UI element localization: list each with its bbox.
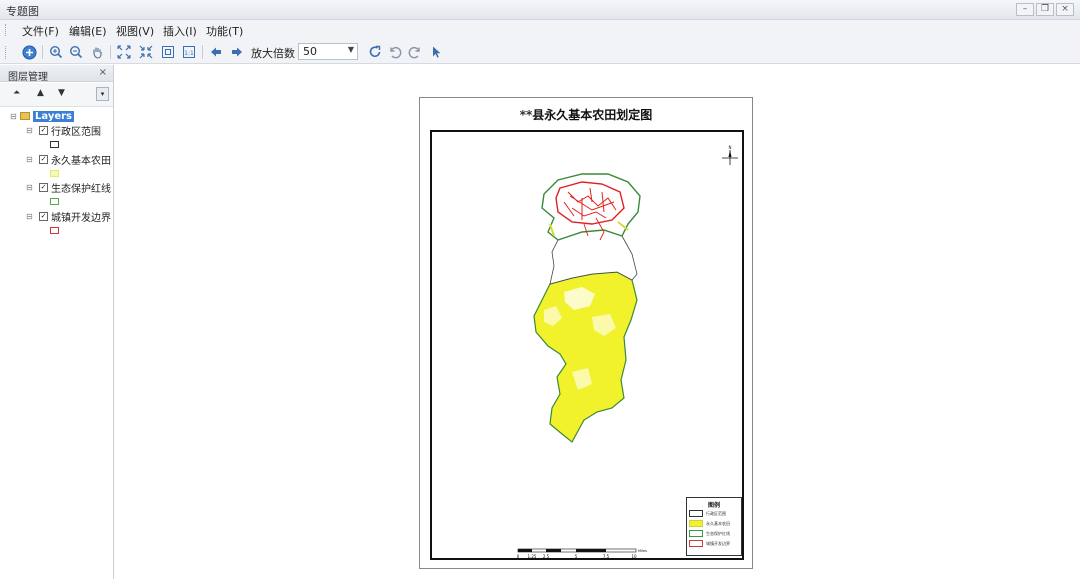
move-down-icon[interactable]: ▼ bbox=[58, 88, 65, 98]
fixed-zoom-icon[interactable] bbox=[137, 43, 155, 61]
panel-header: 图层管理 × bbox=[0, 65, 113, 83]
layer-name: 永久基本农田 bbox=[51, 156, 111, 167]
layers-root-label: Layers bbox=[33, 110, 74, 122]
layer-checkbox[interactable]: ✓ bbox=[39, 126, 48, 135]
toolbar: 1:1 放大倍数 50 ▼ bbox=[0, 40, 1080, 64]
folder-icon bbox=[20, 112, 30, 120]
legend-title: 图例 bbox=[707, 502, 720, 509]
legend-item: 城镇开发边界 bbox=[689, 540, 730, 547]
zoom-factor-select[interactable]: 50 ▼ bbox=[298, 43, 358, 60]
scale-tick-label: 10 bbox=[631, 554, 637, 559]
scale-tick-label: 1.25 bbox=[528, 554, 537, 559]
close-button[interactable]: × bbox=[1056, 3, 1074, 16]
map-title: **县永久基本农田划定图 bbox=[519, 108, 653, 122]
layer-manager-panel: 图层管理 × ⏶ ▲ ▼ ▾ ⊟ Layers ⊟ ✓ 行政区范围 ⊟ ✓ 永久… bbox=[0, 65, 114, 579]
pan-hand-icon[interactable] bbox=[88, 43, 106, 61]
select-arrow-icon[interactable] bbox=[427, 43, 445, 61]
map-layout-page[interactable]: **县永久基本农田划定图 N 图例 行政区范围 永久基本农田 生态保护红线 城镇… bbox=[419, 97, 753, 569]
menu-function[interactable]: 功能(T) bbox=[206, 23, 243, 39]
legend-item: 生态保护红线 bbox=[689, 530, 730, 537]
legend-label: 生态保护红线 bbox=[706, 530, 730, 536]
collapse-icon[interactable]: ⊟ bbox=[26, 183, 36, 192]
layer-item[interactable]: ⊟ ✓ 城镇开发边界 bbox=[26, 210, 111, 224]
layer-item[interactable]: ⊟ ✓ 行政区范围 bbox=[26, 124, 101, 138]
close-icon[interactable]: × bbox=[99, 67, 107, 78]
collapse-icon[interactable]: ⊟ bbox=[10, 112, 20, 121]
zoom-factor-value: 50 bbox=[303, 45, 317, 58]
zoom-out-icon[interactable] bbox=[67, 43, 85, 61]
menu-insert[interactable]: 插入(I) bbox=[163, 23, 197, 39]
layer-swatch bbox=[50, 170, 59, 177]
layer-item[interactable]: ⊟ ✓ 永久基本农田 bbox=[26, 153, 111, 167]
menubar-grip bbox=[5, 24, 7, 36]
legend-label: 行政区范围 bbox=[706, 510, 726, 516]
toolbar-grip bbox=[5, 46, 7, 59]
layer-name: 城镇开发边界 bbox=[51, 213, 111, 224]
actual-size-icon[interactable]: 1:1 bbox=[180, 43, 198, 61]
legend-swatch bbox=[689, 540, 703, 547]
window-title: 专题图 bbox=[6, 5, 39, 18]
layer-name: 生态保护红线 bbox=[51, 184, 111, 195]
legend-item: 永久基本农田 bbox=[689, 520, 730, 527]
scale-tick-label: 5 bbox=[575, 554, 578, 559]
layers-root[interactable]: ⊟ Layers bbox=[10, 110, 74, 122]
layer-checkbox[interactable]: ✓ bbox=[39, 155, 48, 164]
layer-checkbox[interactable]: ✓ bbox=[39, 212, 48, 221]
map-legend: 图例 行政区范围 永久基本农田 生态保护红线 城镇开发边界 bbox=[686, 497, 742, 556]
layer-checkbox[interactable]: ✓ bbox=[39, 183, 48, 192]
restore-button[interactable]: ❐ bbox=[1036, 3, 1054, 16]
legend-swatch bbox=[689, 510, 703, 517]
refresh-icon[interactable] bbox=[366, 43, 384, 61]
scale-unit-label: Miles bbox=[638, 549, 647, 553]
layer-swatch bbox=[50, 141, 59, 148]
redo-icon[interactable] bbox=[406, 43, 424, 61]
menu-view[interactable]: 视图(V) bbox=[116, 23, 154, 39]
scale-tick-label: 2.5 bbox=[543, 554, 550, 559]
move-up-icon[interactable]: ▲ bbox=[37, 88, 44, 98]
menu-bar: 文件(F) 编辑(E) 视图(V) 插入(I) 功能(T) bbox=[0, 20, 1080, 40]
zoom-in-icon[interactable] bbox=[47, 43, 65, 61]
scale-bar: 0 1.25 2.5 5 7.5 10 Miles bbox=[517, 548, 647, 559]
legend-item: 行政区范围 bbox=[689, 510, 726, 517]
layer-swatch bbox=[50, 198, 59, 205]
legend-swatch bbox=[689, 530, 703, 537]
forward-arrow-icon[interactable] bbox=[228, 43, 246, 61]
scale-tick-label: 7.5 bbox=[603, 554, 610, 559]
menu-edit[interactable]: 编辑(E) bbox=[69, 23, 107, 39]
legend-label: 永久基本农田 bbox=[706, 520, 730, 526]
add-data-icon[interactable] bbox=[20, 43, 38, 61]
legend-label: 城镇开发边界 bbox=[706, 540, 730, 546]
scale-tick-label: 0 bbox=[517, 554, 520, 559]
undo-icon[interactable] bbox=[386, 43, 404, 61]
full-extent-icon[interactable] bbox=[115, 43, 133, 61]
layer-name: 行政区范围 bbox=[51, 127, 101, 138]
back-arrow-icon[interactable] bbox=[207, 43, 225, 61]
svg-text:1:1: 1:1 bbox=[184, 50, 194, 57]
title-bar: 专题图 – ❐ × bbox=[0, 0, 1080, 20]
zoom-factor-label: 放大倍数 bbox=[251, 47, 295, 60]
minimize-button[interactable]: – bbox=[1016, 3, 1034, 16]
toolbar-separator bbox=[42, 45, 43, 59]
collapse-icon[interactable]: ⊟ bbox=[26, 212, 36, 221]
panel-toolbar: ⏶ ▲ ▼ ▾ bbox=[0, 83, 113, 107]
menu-file[interactable]: 文件(F) bbox=[22, 23, 59, 39]
collapse-icon[interactable]: ⊟ bbox=[26, 155, 36, 164]
layer-swatch bbox=[50, 227, 59, 234]
toolbar-separator bbox=[202, 45, 203, 59]
toolbar-separator bbox=[110, 45, 111, 59]
chevron-down-icon: ▼ bbox=[347, 45, 354, 54]
panel-options-dropdown[interactable]: ▾ bbox=[96, 87, 109, 101]
move-top-icon[interactable]: ⏶ bbox=[13, 88, 20, 98]
legend-swatch bbox=[689, 520, 703, 527]
layer-item[interactable]: ⊟ ✓ 生态保护红线 bbox=[26, 181, 111, 195]
panel-title: 图层管理 bbox=[8, 72, 48, 83]
collapse-icon[interactable]: ⊟ bbox=[26, 126, 36, 135]
map-frame[interactable]: N 图例 行政区范围 永久基本农田 生态保护红线 城镇开发边界 0 1.25 2… bbox=[430, 130, 744, 560]
window-controls: – ❐ × bbox=[1016, 3, 1074, 16]
zoom-to-layer-icon[interactable] bbox=[159, 43, 177, 61]
